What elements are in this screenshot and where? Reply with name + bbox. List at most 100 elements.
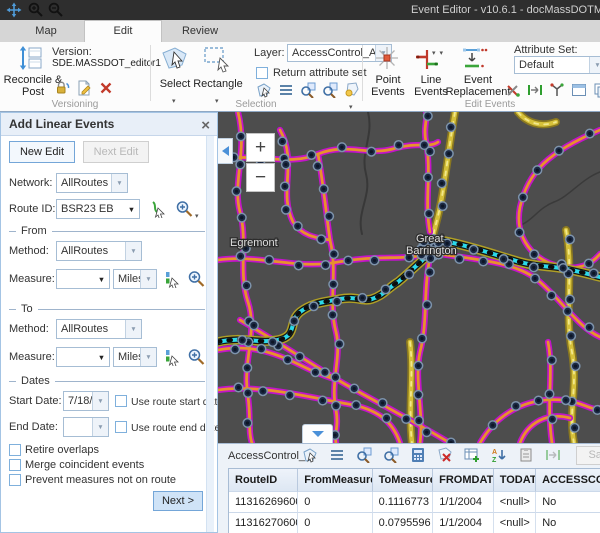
pan-icon[interactable] bbox=[6, 2, 22, 18]
start-date-arrow[interactable] bbox=[92, 392, 108, 410]
close-icon[interactable] bbox=[201, 117, 210, 135]
show-records-icon[interactable] bbox=[278, 82, 294, 98]
select-features-icon[interactable] bbox=[256, 82, 272, 98]
apply-offset-icon[interactable] bbox=[545, 447, 561, 463]
attribute-set-select[interactable]: Default bbox=[514, 56, 600, 74]
clear-selection-icon[interactable] bbox=[437, 447, 453, 463]
zoom-to-selection-icon[interactable] bbox=[356, 447, 372, 463]
next-edit-button[interactable]: Next Edit bbox=[83, 141, 149, 163]
edit-version-icon[interactable] bbox=[76, 80, 92, 96]
panel-title: Add Linear Events bbox=[9, 117, 114, 131]
collapse-panel-button[interactable] bbox=[218, 138, 233, 164]
zoom-out-icon[interactable] bbox=[48, 2, 63, 17]
pick-from-measure-icon[interactable] bbox=[163, 270, 181, 288]
map-zoom-in-button[interactable]: + bbox=[246, 133, 275, 162]
from-measure-combo[interactable] bbox=[56, 269, 110, 289]
zoom-to-route-dropdown-icon[interactable] bbox=[195, 205, 199, 223]
sort-icon[interactable]: AZ bbox=[491, 447, 507, 463]
to-measure-combo[interactable] bbox=[56, 347, 110, 367]
column-header[interactable]: FromMeasure bbox=[298, 469, 372, 492]
use-route-start-date-checkbox[interactable] bbox=[115, 395, 127, 407]
tab-map[interactable]: Map bbox=[8, 20, 84, 42]
from-measure-arrow[interactable] bbox=[94, 270, 109, 288]
pan-to-selection-icon[interactable] bbox=[322, 82, 338, 98]
route-id-combo-arrow[interactable] bbox=[124, 200, 139, 218]
panel-scrollbar[interactable] bbox=[206, 136, 214, 532]
column-header[interactable]: TODATE bbox=[494, 469, 536, 492]
zoom-to-route-icon[interactable] bbox=[175, 200, 193, 218]
from-method-select[interactable]: AllRoutes bbox=[56, 241, 142, 261]
field-calculator-icon[interactable] bbox=[410, 447, 426, 463]
column-header[interactable]: FROMDATE bbox=[433, 469, 494, 492]
delete-version-icon[interactable] bbox=[98, 80, 114, 96]
pick-route-icon[interactable] bbox=[149, 200, 167, 218]
return-attribute-set-label: Return attribute set bbox=[273, 67, 367, 79]
window-title: Event Editor - v10.6.1 - docMassDOTM bbox=[411, 4, 600, 16]
place-label-barrington: Barrington bbox=[406, 245, 457, 257]
delete-event-icon[interactable] bbox=[505, 82, 521, 98]
route-id-combo[interactable]: BSR23 EB bbox=[56, 199, 140, 219]
prevent-measures-checkbox[interactable] bbox=[9, 474, 21, 486]
versioning-group-label: Versioning bbox=[0, 99, 150, 110]
use-route-end-date-checkbox[interactable] bbox=[115, 421, 127, 433]
attribute-set-arrow[interactable] bbox=[589, 57, 600, 73]
to-unit-select[interactable]: Miles bbox=[113, 347, 157, 367]
column-header[interactable]: ACCESSCONTROL bbox=[536, 469, 600, 492]
zoom-to-to-measure-icon[interactable] bbox=[187, 348, 205, 366]
column-header[interactable]: ToMeasure bbox=[373, 469, 434, 492]
tab-edit[interactable]: Edit bbox=[84, 20, 162, 42]
event-replacement-button[interactable]: Event Replacement bbox=[444, 75, 512, 98]
svg-text:A: A bbox=[492, 449, 497, 456]
save-button[interactable]: Save bbox=[576, 446, 600, 465]
table-row[interactable]: 11316269600 0 0.1116773 1/1/2004 <null> … bbox=[229, 492, 600, 513]
cell-frommeasure: 0 bbox=[298, 492, 372, 513]
point-events-icon bbox=[374, 45, 400, 71]
to-method-select[interactable]: AllRoutes bbox=[56, 319, 142, 339]
attribute-set-label: Attribute Set: bbox=[514, 44, 578, 56]
map-view[interactable]: Egremont Great Barrington + − bbox=[218, 112, 600, 443]
event-window-icon[interactable] bbox=[571, 82, 587, 98]
zoom-to-selection-icon[interactable] bbox=[300, 82, 316, 98]
split-event-icon[interactable] bbox=[549, 82, 565, 98]
toggle-table-button[interactable] bbox=[302, 424, 333, 443]
event-replacement-icon bbox=[462, 45, 488, 71]
zoom-to-from-measure-icon[interactable] bbox=[187, 270, 205, 288]
dates-section-legend: Dates bbox=[9, 375, 205, 387]
copy-attributes-icon[interactable] bbox=[518, 447, 534, 463]
lock-icon[interactable] bbox=[54, 80, 70, 96]
retire-overlaps-checkbox[interactable] bbox=[9, 444, 21, 456]
line-events-dropdown-icon[interactable] bbox=[432, 42, 444, 60]
start-date-combo[interactable]: 7/18/ bbox=[63, 391, 109, 411]
column-header[interactable]: RouteID bbox=[229, 469, 298, 492]
from-method-arrow[interactable] bbox=[125, 242, 141, 260]
from-unit-select[interactable]: Miles bbox=[113, 269, 157, 289]
copy-event-icon[interactable] bbox=[593, 82, 600, 98]
end-date-combo[interactable] bbox=[63, 417, 109, 437]
to-unit-arrow[interactable] bbox=[140, 348, 156, 366]
measure-event-icon[interactable] bbox=[527, 82, 543, 98]
attribute-set-value: Default bbox=[515, 59, 589, 71]
pick-to-measure-icon[interactable] bbox=[163, 348, 181, 366]
return-attribute-set-checkbox[interactable] bbox=[256, 67, 268, 79]
zoom-in-icon[interactable] bbox=[28, 2, 43, 17]
network-select-arrow[interactable] bbox=[111, 174, 127, 192]
network-select[interactable]: AllRoutes bbox=[56, 173, 128, 193]
map-zoom-out-button[interactable]: − bbox=[246, 163, 275, 192]
show-records-icon[interactable] bbox=[329, 447, 345, 463]
rectangle-button[interactable]: Rectangle bbox=[190, 78, 246, 90]
cell-tomeasure: 0.0795596 bbox=[373, 513, 434, 533]
end-date-arrow[interactable] bbox=[92, 418, 108, 436]
pan-to-selection-icon[interactable] bbox=[383, 447, 399, 463]
merge-coincident-checkbox[interactable] bbox=[9, 459, 21, 471]
point-events-button[interactable]: Point Events bbox=[366, 75, 410, 98]
from-unit-arrow[interactable] bbox=[140, 270, 156, 288]
to-measure-arrow[interactable] bbox=[94, 348, 109, 366]
tab-review[interactable]: Review bbox=[162, 20, 238, 42]
new-edit-button[interactable]: New Edit bbox=[9, 141, 75, 163]
select-features-icon[interactable] bbox=[302, 447, 318, 463]
route-id-value: BSR23 EB bbox=[57, 203, 124, 215]
to-method-arrow[interactable] bbox=[125, 320, 141, 338]
next-button[interactable]: Next > bbox=[153, 491, 203, 511]
table-row[interactable]: 11316270600 0 0.0795596 1/1/2004 <null> … bbox=[229, 513, 600, 533]
add-records-icon[interactable] bbox=[464, 447, 480, 463]
